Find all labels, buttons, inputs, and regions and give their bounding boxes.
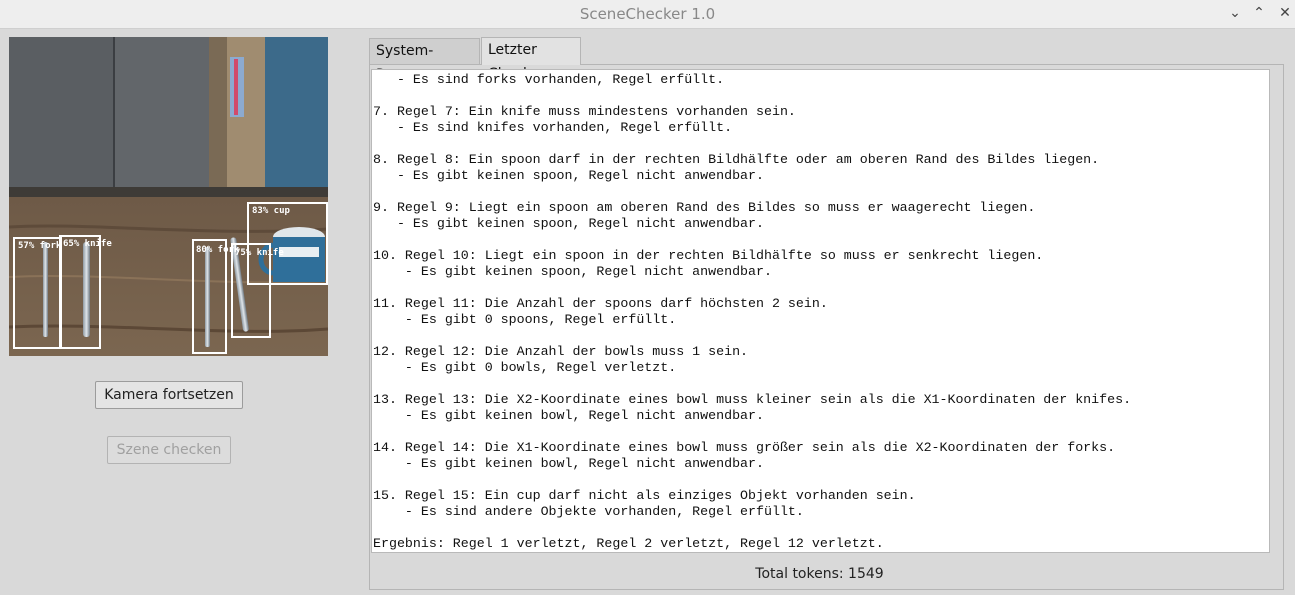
check-output-text: - Es sind forks vorhanden, Regel erfüllt… xyxy=(373,72,1132,551)
title-bar: SceneChecker 1.0 ⌄ ⌃ ✕ xyxy=(0,0,1295,29)
detection-box-cup: 83% cup xyxy=(247,202,328,285)
detection-box-fork-2: 80% fork xyxy=(192,239,239,354)
detection-label: 83% cup xyxy=(252,206,290,216)
check-scene-button[interactable]: Szene checken xyxy=(107,436,231,464)
window-title: SceneChecker 1.0 xyxy=(579,5,716,23)
resume-camera-button[interactable]: Kamera fortsetzen xyxy=(95,381,243,409)
total-tokens-label: Total tokens: 1549 xyxy=(755,566,884,582)
detection-box-fork-1: 57% fork xyxy=(13,237,62,349)
tab-last-check[interactable]: Letzter Check xyxy=(481,37,581,82)
detection-label: 57% fork xyxy=(18,241,62,251)
minimize-icon[interactable]: ⌄ xyxy=(1226,4,1244,22)
detection-label: 65% knife xyxy=(63,239,112,249)
close-icon[interactable]: ✕ xyxy=(1276,4,1294,22)
tab-system-prompt[interactable]: System-Prompt xyxy=(369,38,480,83)
check-output-textarea[interactable]: - Es sind forks vorhanden, Regel erfüllt… xyxy=(371,69,1270,553)
detection-box-knife-1: 65% knife xyxy=(59,235,112,349)
camera-preview: 57% fork 65% knife 80% fork 75% knife 83… xyxy=(9,37,328,356)
maximize-icon[interactable]: ⌃ xyxy=(1250,4,1268,22)
